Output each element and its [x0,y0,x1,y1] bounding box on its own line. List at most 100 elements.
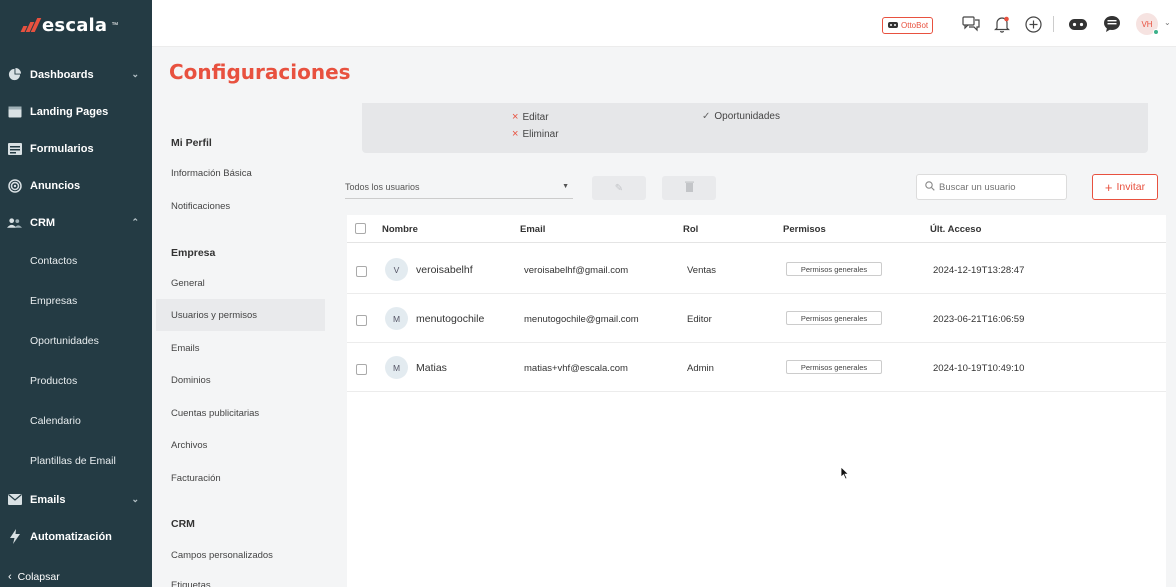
robot-icon [887,20,899,31]
form-icon [7,141,22,156]
column-rol[interactable]: Rol [683,224,698,235]
settings-item-general[interactable]: General [156,267,325,299]
user-avatar[interactable]: VH [1136,13,1159,35]
column-ultimo-acceso[interactable]: Últ. Acceso [930,224,981,235]
permission-denied-eliminar: × Eliminar [512,128,559,140]
nav-dashboards-label: Dashboards [30,68,94,81]
permission-denied-editar: × Editar [512,111,549,123]
column-email[interactable]: Email [520,224,545,235]
permissions-detail-panel: × Editar × Eliminar ✓ Oportunidades [362,103,1148,153]
logo-trademark: ™ [111,21,119,29]
permission-label: Oportunidades [714,111,780,122]
table-row[interactable]: V veroisabelhf veroisabelhf@gmail.com Ve… [347,245,1166,294]
topbar-divider [1053,16,1054,32]
user-name: Matias [416,362,447,374]
escala-logo[interactable]: escala ™ [0,0,152,50]
settings-heading-mi-perfil: Mi Perfil [171,137,212,149]
ottobot-button[interactable]: OttoBot [882,17,934,34]
edit-button[interactable]: ✎ [592,176,646,200]
settings-item-archivos[interactable]: Archivos [156,429,325,461]
nav-dashboards[interactable]: Dashboards ⌄ [0,56,152,93]
nav-emails-label: Emails [30,493,66,506]
nav-landing-pages-label: Landing Pages [30,105,109,118]
permission-label: Eliminar [522,128,559,140]
user-name: veroisabelhf [416,264,473,276]
user-name: menutogochile [416,313,485,325]
settings-item-emails[interactable]: Emails [156,332,325,364]
column-nombre[interactable]: Nombre [382,224,418,235]
nav-crm-label: CRM [30,216,56,229]
nav-crm[interactable]: CRM ⌃ [0,204,152,241]
user-last-access: 2023-06-21T16:06:59 [933,314,1025,325]
column-permisos[interactable]: Permisos [783,224,826,235]
row-checkbox[interactable] [356,315,367,326]
nav-productos[interactable]: Productos [0,361,152,401]
invite-label: Invitar [1116,181,1146,193]
settings-item-usuarios-permisos[interactable]: Usuarios y permisos [156,299,325,331]
permissions-badge[interactable]: Permisos generales [786,311,882,325]
collapse-label: Colapsar [17,571,60,583]
settings-item-notificaciones[interactable]: Notificaciones [156,190,325,222]
pencil-icon: ✎ [614,182,624,194]
chevron-left-icon: ‹ [8,571,12,583]
nav-emails[interactable]: Emails ⌄ [0,481,152,518]
invite-user-button[interactable]: + Invitar [1092,174,1158,200]
settings-item-informacion-basica[interactable]: Información Básica [156,157,325,189]
bell-icon[interactable] [992,14,1012,34]
permissions-badge[interactable]: Permisos generales [786,262,882,276]
chevron-down-icon[interactable]: ⌄ [1164,18,1171,27]
lightning-icon [7,529,22,544]
row-checkbox[interactable] [356,266,367,277]
settings-item-facturacion[interactable]: Facturación [156,462,325,494]
search-users-field[interactable] [916,174,1067,200]
ottobot-label: OttoBot [901,21,929,30]
chevron-up-icon: ⌃ [131,217,139,227]
nav-automatizacion-label: Automatización [30,530,112,543]
user-role: Admin [687,363,714,374]
chat-bubbles-icon[interactable] [961,14,981,34]
dropdown-arrow-icon: ▼ [562,183,569,190]
select-all-checkbox[interactable] [355,223,366,234]
nav-plantillas-email[interactable]: Plantillas de Email [0,441,152,481]
nav-oportunidades[interactable]: Oportunidades [0,321,152,361]
envelope-icon [7,492,22,507]
nav-formularios[interactable]: Formularios [0,130,152,167]
search-users-input[interactable] [939,181,1057,193]
user-filter-select[interactable]: Todos los usuarios ▼ [345,175,573,199]
delete-button[interactable] [662,176,716,200]
support-chat-icon[interactable] [1102,14,1122,34]
settings-item-etiquetas[interactable]: Etiquetas [156,571,325,587]
chevron-down-icon: ⌄ [131,69,139,79]
logo-wordmark: escala [42,14,108,36]
plus-circle-icon[interactable] [1023,14,1043,34]
settings-heading-empresa: Empresa [171,247,216,259]
user-email: veroisabelhf@gmail.com [524,265,629,276]
table-row[interactable]: M Matias matias+vhf@escala.com Admin Per… [347,343,1166,392]
sidebar: escala ™ Dashboards ⌄ Landing Pages Formu… [0,0,152,587]
nav-landing-pages[interactable]: Landing Pages [0,93,152,130]
search-icon [925,180,935,194]
table-row[interactable]: M menutogochile menutogochile@gmail.com … [347,294,1166,343]
permission-label: Editar [522,111,549,123]
main-nav: Dashboards ⌄ Landing Pages Formularios A… [0,56,152,555]
nav-empresas[interactable]: Empresas [0,281,152,321]
settings-item-dominios[interactable]: Dominios [156,364,325,396]
permissions-badge[interactable]: Permisos generales [786,360,882,374]
user-avatar: V [385,258,408,281]
nav-contactos[interactable]: Contactos [0,241,152,281]
collapse-sidebar-button[interactable]: ‹ Colapsar [0,567,152,587]
nav-calendario[interactable]: Calendario [0,401,152,441]
online-status-dot [1153,29,1159,35]
settings-item-campos-personalizados[interactable]: Campos personalizados [156,539,325,571]
gamepad-icon[interactable] [1068,14,1088,34]
mouse-cursor-icon [840,466,850,480]
page-title: Configuraciones [169,60,351,84]
row-checkbox[interactable] [356,364,367,375]
user-role: Editor [687,314,712,325]
nav-anuncios[interactable]: Anuncios [0,167,152,204]
settings-item-cuentas-publicitarias[interactable]: Cuentas publicitarias [156,397,325,429]
chevron-down-icon: ⌄ [131,494,139,504]
user-last-access: 2024-10-19T10:49:10 [933,363,1025,374]
users-permissions-panel: × Editar × Eliminar ✓ Oportunidades Todo… [345,103,1168,587]
nav-automatizacion[interactable]: Automatización [0,518,152,555]
